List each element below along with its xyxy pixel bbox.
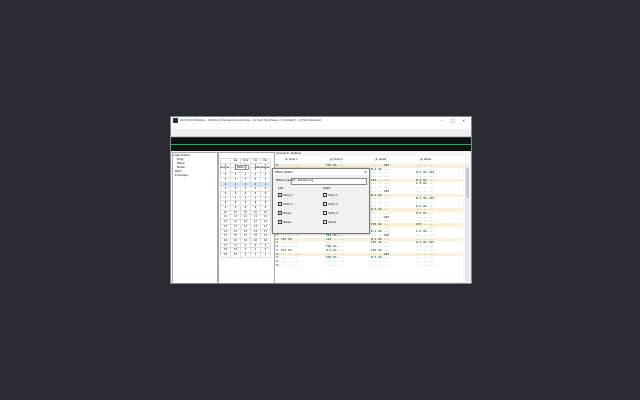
pattern-cell[interactable]: ... .. ... — [371, 263, 416, 268]
tab-instruments[interactable]: Instruments — [254, 166, 270, 169]
effect-dialog: Effect Editor × Effect type: Sx - Set Pa… — [272, 168, 370, 234]
dialog-title: Effect Editor — [275, 170, 294, 174]
sequence-tabs: Sounds Patterns Instruments Waves — [219, 153, 284, 170]
sequence-cell[interactable]: 1 — [260, 252, 271, 258]
checkbox[interactable]: ✓ — [323, 202, 328, 207]
oscilloscope — [171, 137, 471, 151]
checkbox[interactable]: ✓ — [278, 193, 283, 198]
sequence-cell[interactable]: 19 — [230, 252, 241, 258]
maximize-button[interactable]: □ — [451, 117, 455, 124]
right-check-duty2[interactable]: ✓ Duty 2 — [323, 202, 338, 207]
right-check-duty2b[interactable]: Duty 2 — [323, 211, 338, 216]
left-check-noise[interactable]: ✓ Noise — [278, 211, 291, 216]
toolbar: Execute... Start Create Stop Export SID … — [171, 129, 471, 145]
dialog-title-bar: Effect Editor × — [273, 169, 369, 175]
left-check-duty1[interactable]: ✓ Duty 1 — [278, 193, 293, 198]
scope-waveform — [171, 144, 471, 145]
right-label: Right — [323, 186, 331, 190]
tab-positions[interactable]: Positions — [291, 152, 302, 155]
dialog-close-button[interactable]: × — [364, 169, 367, 175]
checkbox[interactable]: ✓ — [278, 220, 283, 225]
left-check-duty2[interactable]: ✓ Duty 2 — [278, 202, 293, 207]
instrument-tree: Instruments Duty Wave Noise Pitch Envelo… — [172, 152, 218, 283]
right-check-duty1[interactable]: ✓ Duty 1 — [323, 193, 338, 198]
sequence-row[interactable]: 19 19 1 1 1 — [220, 252, 271, 258]
minimize-button[interactable]: – — [441, 117, 443, 124]
app-icon — [173, 118, 178, 123]
checkbox[interactable]: ✓ — [278, 211, 283, 216]
channel-noise2[interactable]: 🔊 Noise — [420, 156, 431, 163]
checkbox[interactable]: ✓ — [278, 202, 283, 207]
tab-comments[interactable]: Comments — [276, 152, 289, 155]
channel-duty1[interactable]: 🔊 Duty 1 — [285, 156, 298, 163]
channel-noise1[interactable]: 🔊 Noise — [375, 156, 386, 163]
sequence-table: Sel Duty Vol Pan 00100111002222233333444… — [220, 158, 271, 258]
checkbox[interactable] — [323, 211, 328, 216]
channel-duty2[interactable]: 🔊 Duty 2 — [330, 156, 343, 163]
channel-header: 🔊 Duty 1 🔊 Duty 2 🔊 Noise 🔊 Noise — [275, 156, 465, 163]
pattern-cell[interactable]: ... .. ... — [326, 263, 371, 268]
right-check-noise[interactable]: Noise — [323, 220, 336, 225]
left-label: Left — [278, 186, 284, 190]
scrollbar-thumb[interactable] — [465, 168, 469, 198]
pattern-scrollbar[interactable] — [465, 164, 469, 282]
sequence-panel: Sounds Patterns Instruments Waves Sel Du… — [218, 152, 284, 283]
tab-patterns[interactable]: Patterns — [234, 165, 249, 170]
title-bar: 0CC-FamiTracker - Untitled Pumped Ascend… — [171, 117, 471, 124]
checkbox[interactable] — [323, 220, 328, 225]
sequence-cell[interactable]: 1 — [240, 252, 251, 258]
sequence-cell[interactable]: 19 — [220, 252, 231, 258]
checkbox[interactable]: ✓ — [323, 193, 328, 198]
tree-item-envelope[interactable]: Envelope — [173, 173, 217, 177]
effect-type-label: Effect type: — [276, 178, 293, 182]
left-check-noise2[interactable]: ✓ Noise — [278, 220, 291, 225]
close-button[interactable]: × — [462, 117, 465, 124]
pattern-cell[interactable]: ... .. ... — [416, 263, 461, 268]
pattern-cell[interactable]: ... .. ... — [281, 263, 326, 268]
sequence-cell[interactable]: 1 — [250, 252, 261, 258]
scope-divider — [171, 137, 471, 138]
effect-type-select[interactable]: Sx - Set Panning — [291, 178, 367, 185]
window-title: 0CC-FamiTracker - Untitled Pumped Ascend… — [180, 118, 322, 122]
pattern-row[interactable]: 1B... .. ...... .. ...... .. ...... .. .… — [275, 263, 463, 268]
